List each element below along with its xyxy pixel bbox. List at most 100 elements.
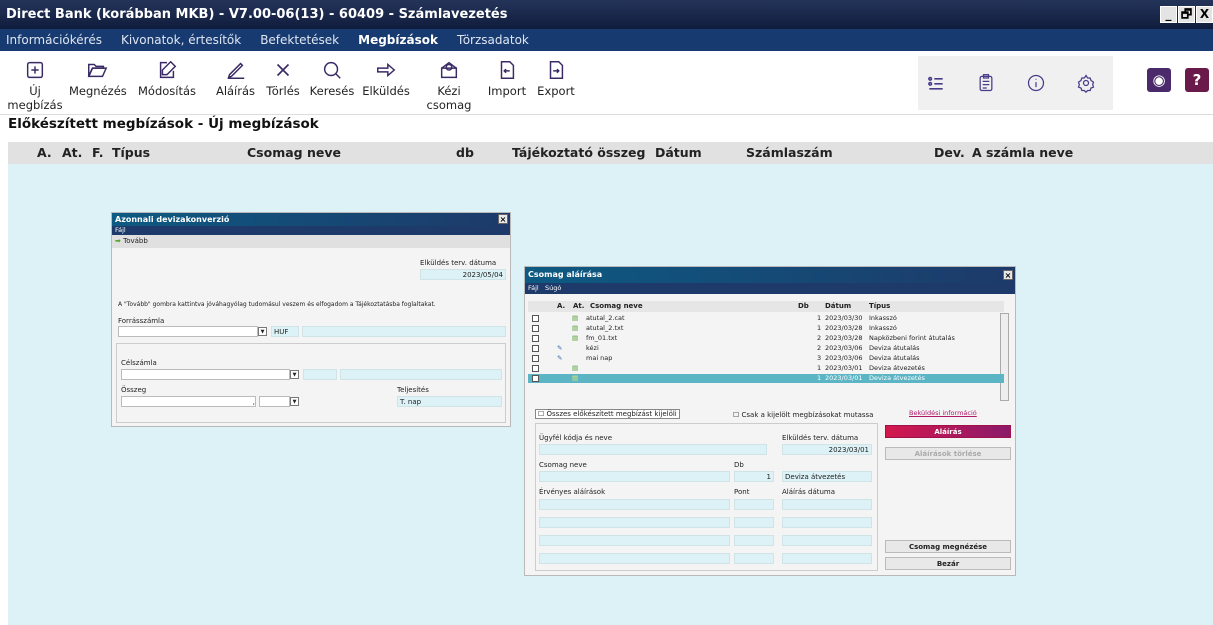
col-package-name[interactable]: Csomag neve [247, 145, 341, 160]
row-type: Napközbeni forint átutalás [869, 334, 955, 342]
export-button[interactable]: Export [530, 59, 582, 98]
col-date[interactable]: Dátum [825, 301, 851, 312]
clear-signatures-button[interactable]: Aláírások törlése [885, 447, 1011, 460]
col-at[interactable]: At. [573, 301, 584, 312]
signatures-label: Érvényes aláírások [539, 488, 606, 496]
col-type[interactable]: Típus [869, 301, 890, 312]
col-a[interactable]: A. [37, 145, 52, 160]
package-row[interactable]: ▤ fm_01.txt 2 2023/03/28 Napközbeni forint á… [528, 334, 1004, 343]
conversion-close-button[interactable]: × [498, 214, 508, 224]
col-package-name[interactable]: Csomag neve [590, 301, 643, 312]
gear-icon[interactable] [1076, 73, 1096, 93]
point-label: Pont [734, 488, 750, 496]
row-checkbox[interactable] [532, 325, 539, 332]
row-checkbox[interactable] [532, 335, 539, 342]
select-all-checkbox[interactable]: ☐ Összes előkészített megbízást kijelöli [535, 409, 680, 419]
col-type[interactable]: Típus [112, 145, 150, 160]
amount-currency-select[interactable] [259, 396, 290, 407]
plus-square-icon [26, 61, 44, 79]
sign-menu-file[interactable]: Fájl [528, 284, 539, 292]
sign-menu-help[interactable]: Súgó [545, 284, 561, 292]
file-icon: ▤ [572, 314, 579, 322]
conversion-dialog: Azonnali devizakonverzió × Fájl ➡ Tovább… [111, 212, 511, 427]
package-details-group: Ügyfél kódja és neve Elküldés terv. dátu… [535, 423, 878, 571]
view-button[interactable]: Megnézés [69, 59, 127, 98]
new-order-button[interactable]: Új megbízás [2, 59, 68, 112]
col-a[interactable]: A. [557, 301, 565, 312]
package-row[interactable]: ▤ atutal_2.txt 1 2023/03/28 Inkasszó [528, 324, 1004, 333]
package-row[interactable]: ✎ kézi 2 2023/03/06 Deviza átutalás [528, 344, 1004, 353]
send-date-label: Elküldés terv. dátuma [420, 259, 497, 267]
file-icon: ▤ [572, 364, 579, 372]
col-f[interactable]: F. [92, 145, 103, 160]
row-checkbox[interactable] [532, 345, 539, 352]
source-account-select[interactable] [118, 326, 258, 337]
send-info-link[interactable]: Beküldési információ [909, 409, 977, 417]
row-checkbox-checked[interactable]: ✓ [532, 375, 539, 382]
row-date: 2023/03/06 [825, 344, 863, 352]
menu-item-master-data[interactable]: Törzsadatok [457, 29, 529, 51]
show-selected-checkbox[interactable]: ☐ Csak a kijelölt megbízásokat mutassa [733, 411, 873, 419]
help-icon[interactable]: ? [1185, 68, 1209, 92]
target-account-select[interactable] [121, 369, 290, 380]
menu-item-investments[interactable]: Befektetések [260, 29, 339, 51]
col-account-name[interactable]: A számla neve [972, 145, 1073, 160]
search-icon [323, 61, 341, 79]
package-row[interactable]: ▤ 1 2023/03/01 Deviza átvezetés [528, 364, 1004, 373]
menu-item-orders[interactable]: Megbízások [358, 29, 438, 51]
send-date-field[interactable]: 2023/05/04 [420, 269, 506, 280]
search-button[interactable]: Keresés [306, 59, 358, 98]
rss-icon[interactable]: ◉ [1147, 68, 1171, 92]
delete-button[interactable]: Törlés [261, 59, 305, 98]
next-button[interactable]: ➡ Tovább [112, 235, 510, 248]
send-button[interactable]: Elküldés [360, 59, 412, 98]
currency-field: HUF [271, 326, 299, 337]
col-account-number[interactable]: Számlaszám [746, 145, 833, 160]
info-icon[interactable] [1026, 73, 1046, 93]
select-all-label: Összes előkészített megbízást kijelöli [546, 410, 677, 418]
close-dialog-button[interactable]: Bezár [885, 557, 1011, 570]
col-db[interactable]: Db [798, 301, 809, 312]
clipboard-icon[interactable] [976, 73, 996, 93]
arrow-right-icon [377, 62, 396, 78]
chevron-down-icon[interactable]: ▼ [290, 370, 299, 379]
import-button[interactable]: Import [485, 59, 529, 98]
chevron-down-icon[interactable]: ▼ [258, 327, 267, 336]
execution-field[interactable]: T. nap [397, 396, 502, 407]
col-at[interactable]: At. [62, 145, 82, 160]
signature-row-date [782, 535, 872, 546]
row-checkbox[interactable] [532, 315, 539, 322]
row-checkbox[interactable] [532, 355, 539, 362]
col-amount[interactable]: Tájékoztató összeg [512, 145, 645, 160]
new-order-label: Új megbízás [7, 84, 63, 112]
col-date[interactable]: Dátum [655, 145, 702, 160]
sign-button[interactable]: Aláírás [213, 59, 258, 98]
sign-package-dialog: Csomag aláírása × Fájl Súgó A. At. Csoma… [524, 266, 1016, 576]
package-row[interactable]: ▤ atutal_2.cat 1 2023/03/30 Inkasszó [528, 314, 1004, 323]
modify-button[interactable]: Módosítás [124, 59, 210, 98]
col-dev[interactable]: Dev. [934, 145, 965, 160]
package-row[interactable]: ✎ mai nap 3 2023/03/06 Deviza átutalás [528, 354, 1004, 363]
maximize-button[interactable]: 🗗 [1178, 6, 1195, 23]
pen-icon: ✎ [557, 344, 563, 352]
sign-button[interactable]: Aláírás [885, 425, 1011, 438]
conversion-menu-file[interactable]: Fájl [112, 226, 510, 235]
list-icon[interactable] [926, 73, 946, 93]
amount-input[interactable]: , [121, 396, 256, 407]
row-type: Deviza átutalás [869, 354, 920, 362]
manual-package-button[interactable]: Kézi csomag [414, 59, 484, 112]
col-db[interactable]: db [456, 145, 474, 160]
package-row-selected[interactable]: ✓ ▤ 1 2023/03/01 Deviza átvezetés [528, 374, 1004, 383]
sign-close-button[interactable]: × [1003, 270, 1013, 280]
import-file-icon [500, 61, 515, 79]
row-name: mai nap [586, 354, 613, 362]
minimize-button[interactable]: _ [1160, 6, 1177, 23]
close-button[interactable]: X [1196, 6, 1213, 23]
next-label: Tovább [123, 237, 148, 245]
send-date-label: Elküldés terv. dátuma [782, 434, 859, 442]
row-checkbox[interactable] [532, 365, 539, 372]
chevron-down-icon[interactable]: ▼ [290, 397, 299, 406]
view-package-button[interactable]: Csomag megnézése [885, 540, 1011, 553]
menu-item-info[interactable]: Információkérés [6, 29, 102, 51]
menu-item-statements[interactable]: Kivonatok, értesítők [121, 29, 241, 51]
